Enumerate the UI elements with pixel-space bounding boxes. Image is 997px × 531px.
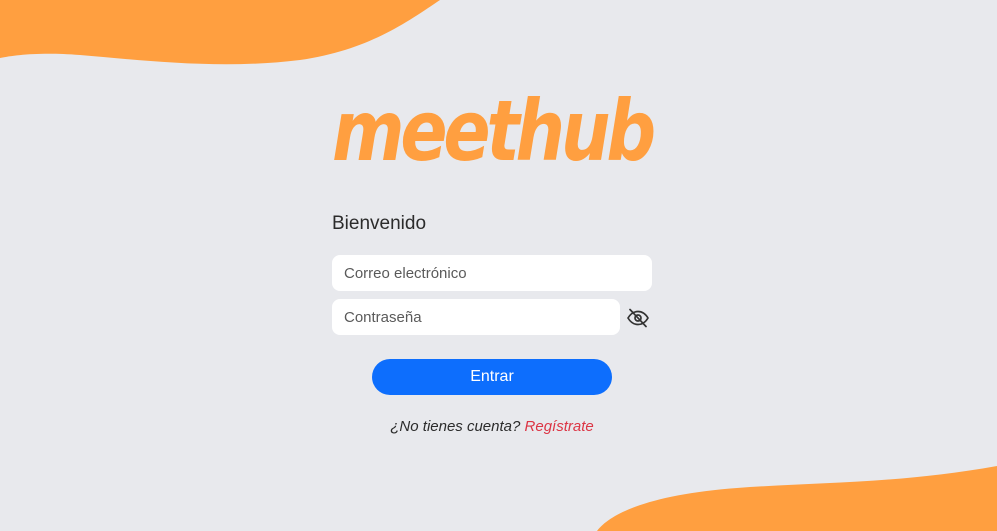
top-wave-decoration — [0, 0, 440, 65]
register-link[interactable]: Regístrate — [525, 418, 594, 435]
logo-text: meethub — [332, 82, 654, 172]
password-field[interactable] — [332, 299, 620, 335]
no-account-text: ¿No tienes cuenta? — [390, 418, 521, 435]
welcome-heading: Bienvenido — [332, 213, 427, 234]
bottom-wave-decoration — [597, 466, 997, 531]
meethub-logo: meethub — [332, 82, 656, 172]
register-prompt: ¿No tienes cuenta? Regístrate — [332, 418, 652, 435]
email-field[interactable] — [332, 255, 652, 291]
login-button[interactable]: Entrar — [372, 359, 612, 395]
eye-slash-icon[interactable] — [626, 306, 650, 330]
